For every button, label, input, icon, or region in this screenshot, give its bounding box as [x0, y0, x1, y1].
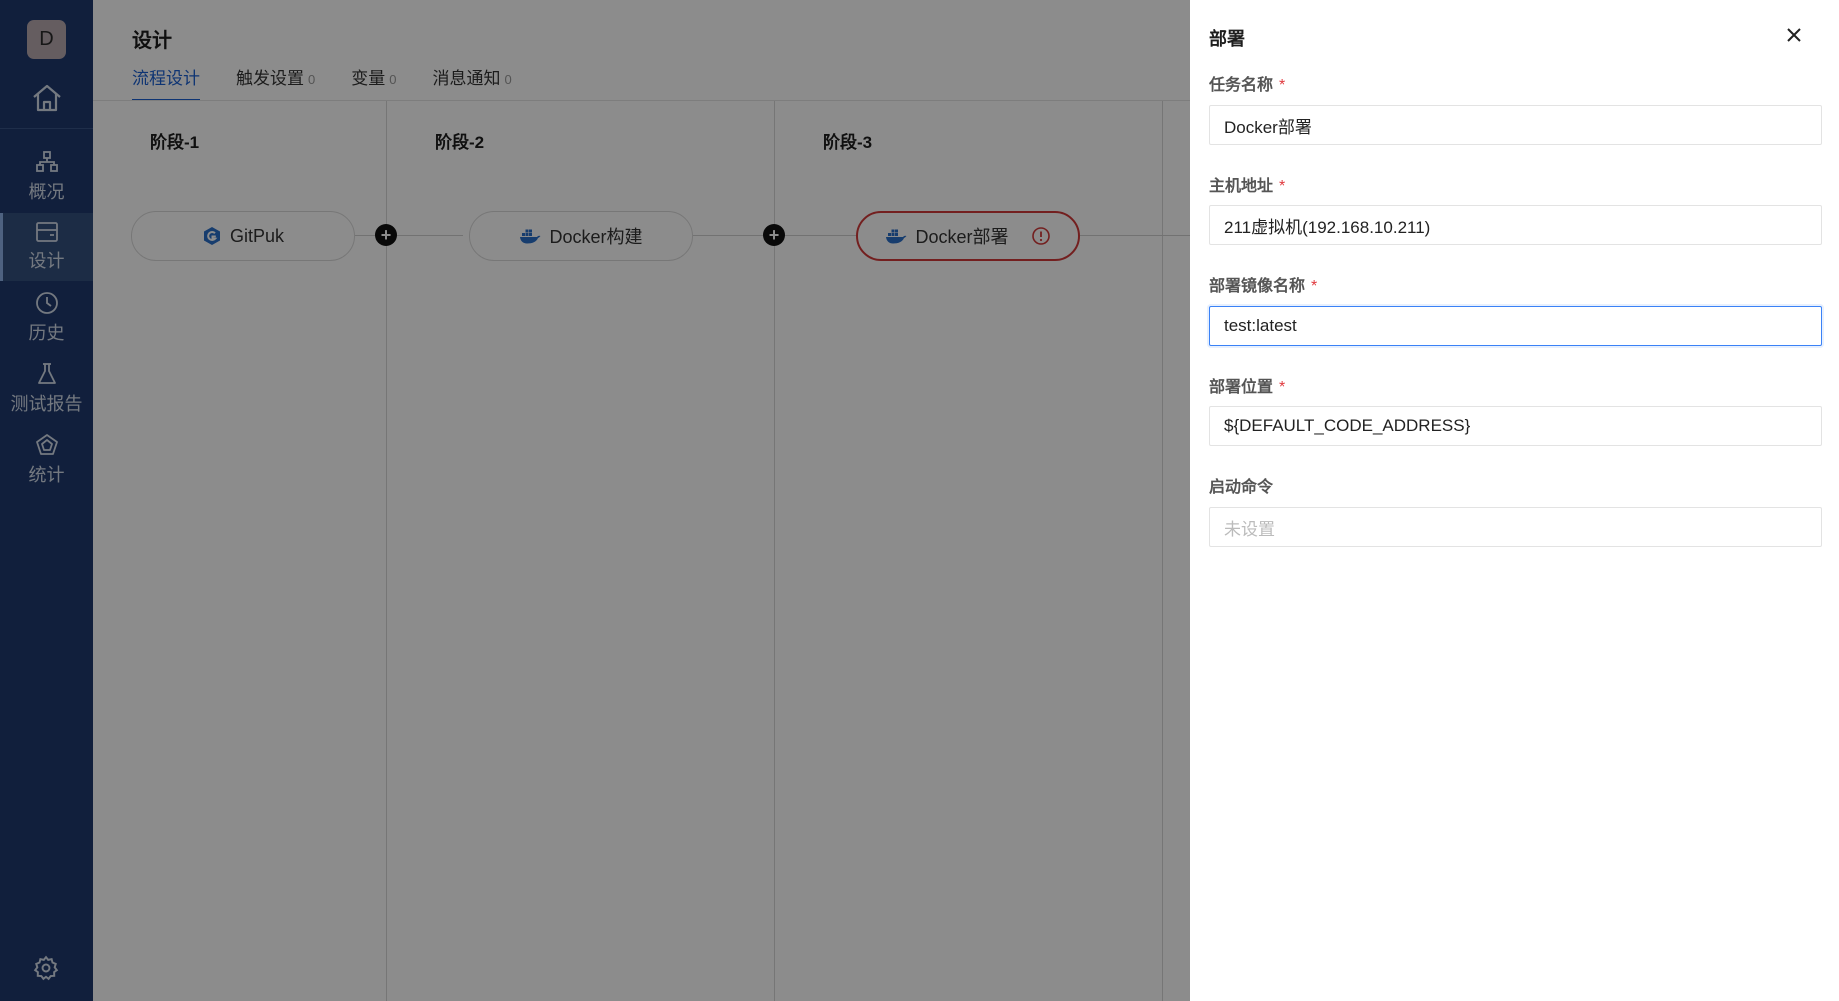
- field-label-host-address: 主机地址 *: [1209, 178, 1286, 195]
- image-name-input[interactable]: test:latest: [1209, 306, 1822, 346]
- close-icon[interactable]: [1783, 24, 1805, 46]
- field-label-image-name: 部署镜像名称 *: [1209, 278, 1318, 295]
- start-command-input[interactable]: 未设置: [1209, 507, 1822, 547]
- required-mark: *: [1311, 278, 1318, 295]
- modal-overlay[interactable]: [0, 0, 1190, 1001]
- field-label-start-command: 启动命令: [1209, 479, 1274, 496]
- deploy-drawer: 部署 任务名称 * Docker部署 主机地址 * 211虚拟机(192.168.1…: [1190, 0, 1839, 1001]
- field-label-deploy-location: 部署位置 *: [1209, 379, 1286, 396]
- task-name-input[interactable]: Docker部署: [1209, 105, 1822, 145]
- deploy-location-input[interactable]: ${DEFAULT_CODE_ADDRESS}: [1209, 406, 1822, 446]
- required-mark: *: [1279, 379, 1286, 396]
- required-mark: *: [1279, 178, 1286, 195]
- field-label-task-name: 任务名称 *: [1209, 77, 1286, 94]
- drawer-title: 部署: [1209, 29, 1245, 49]
- required-mark: *: [1279, 77, 1286, 94]
- host-address-select[interactable]: 211虚拟机(192.168.10.211): [1209, 205, 1822, 245]
